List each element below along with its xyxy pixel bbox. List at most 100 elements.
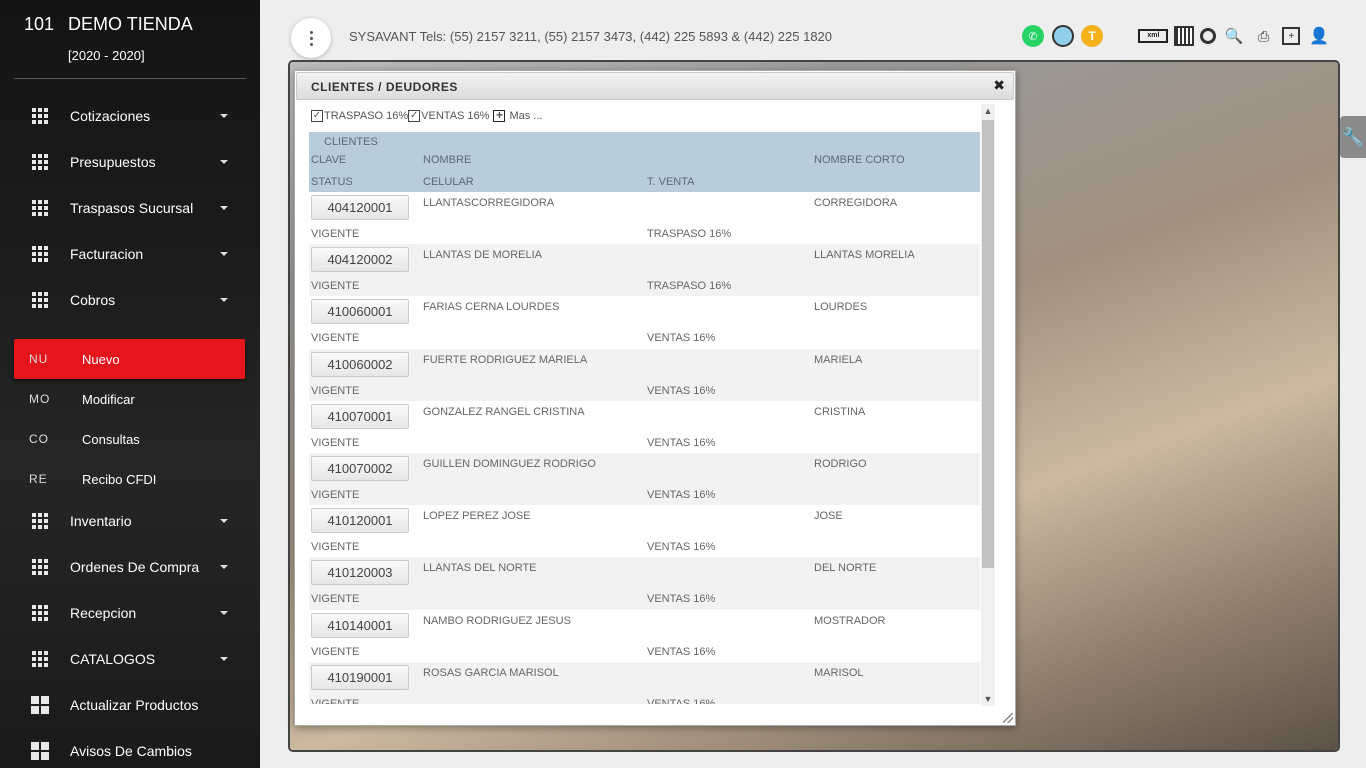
sidebar-subitem-consultas[interactable]: CO Consultas <box>14 419 245 459</box>
clave-button[interactable]: 410070002 <box>311 455 409 481</box>
sidebar-item-recepcion[interactable]: Recepcion <box>0 593 260 633</box>
clave-button[interactable]: 410060002 <box>311 351 409 377</box>
grid-icon <box>32 605 48 621</box>
target-icon[interactable] <box>1199 28 1216 44</box>
cell-t-venta: VENTAS 16% <box>647 488 716 501</box>
subitem-abbr: RE <box>29 472 48 486</box>
sidebar-item-label: Actualizar Productos <box>70 697 199 713</box>
clave-button[interactable]: 404120002 <box>311 247 409 273</box>
caret-down-icon <box>220 565 228 569</box>
checkbox-ventas[interactable]: ✓ <box>408 110 421 122</box>
cell-nombre: LOPEZ PEREZ JOSE <box>423 510 531 523</box>
clave-button[interactable]: 410060001 <box>311 299 409 325</box>
table-row[interactable]: 410120003 LLANTAS DEL NORTE DEL NORTE VIGEN… <box>309 557 980 610</box>
printer-icon[interactable]: ⎙ <box>1253 25 1275 47</box>
sidebar-item-actualizar-productos[interactable]: Actualizar Productos <box>0 685 260 725</box>
sidebar-item-ordenes-de-compra[interactable]: Ordenes De Compra <box>0 547 260 587</box>
sidebar-subitem-nuevo[interactable]: NU Nuevo <box>14 339 245 379</box>
user-icon[interactable]: 👤 <box>1308 25 1330 47</box>
table-row[interactable]: 410190001 ROSAS GARCIA MARISOL MARISOL VIGE… <box>309 661 980 704</box>
caret-down-icon <box>220 114 228 118</box>
whatsapp-icon[interactable]: ✆ <box>1022 25 1044 47</box>
cell-nombre-corto: RODRIGO <box>814 457 867 470</box>
dialog-titlebar[interactable]: CLIENTES / DEUDORES ✖ <box>296 72 1014 100</box>
subitem-label: Nuevo <box>82 351 120 367</box>
close-icon[interactable]: ✖ <box>993 77 1005 94</box>
sidebar-subitem-modificar[interactable]: MO Modificar <box>14 379 245 419</box>
cell-t-venta: VENTAS 16% <box>647 645 716 658</box>
header-group: CLIENTES <box>324 136 378 148</box>
more-menu-button[interactable] <box>291 18 331 58</box>
cell-nombre-corto: CORREGIDORA <box>814 197 898 209</box>
header-clave[interactable]: CLAVE <box>311 154 346 166</box>
caret-down-icon <box>220 298 228 302</box>
clave-button[interactable]: 410120003 <box>311 560 409 586</box>
support-icon[interactable] <box>1051 25 1074 47</box>
cell-nombre: FARIAS CERNA LOURDES <box>423 301 560 314</box>
fiscal-years: [2020 - 2020] <box>68 48 145 63</box>
filter-bar: ✓ TRASPASO 16% ✓ VENTAS 16% + Mas ... <box>311 107 542 125</box>
qr-icon[interactable] <box>1173 26 1194 46</box>
checkbox-traspaso[interactable]: ✓ <box>311 110 323 122</box>
subitem-label: Consultas <box>82 431 140 447</box>
header-t-venta[interactable]: T. VENTA <box>647 176 694 188</box>
cell-status: VIGENTE <box>311 488 360 501</box>
dashboard-icon[interactable] <box>1111 26 1131 46</box>
table-row[interactable]: 404120002 LLANTAS DE MORELIA LLANTAS MOREL… <box>309 244 980 297</box>
sidebar-item-cobros[interactable]: Cobros <box>0 280 260 320</box>
cell-nombre-corto: LOURDES <box>814 301 868 314</box>
plus-icon[interactable]: + <box>493 109 506 122</box>
dashboard-icon <box>31 742 49 760</box>
more-filters-link[interactable]: Mas ... <box>509 110 542 122</box>
sidebar-item-label: Ordenes De Compra <box>70 559 200 575</box>
resize-handle[interactable] <box>1003 713 1013 723</box>
table-row[interactable]: 410070002 GUILLEN DOMINGUEZ RODRIGO RODRIG… <box>309 452 980 506</box>
clave-button[interactable]: 410140001 <box>311 612 409 638</box>
subitem-label: Recibo CFDI <box>82 471 157 487</box>
xml-icon[interactable]: xml <box>1138 29 1169 43</box>
sidebar-item-inventario[interactable]: Inventario <box>0 501 260 541</box>
cell-nombre-corto: LLANTAS MORELIA <box>814 249 915 262</box>
header-status[interactable]: STATUS <box>311 176 353 188</box>
header-nombre-corto[interactable]: NOMBRE CORTO <box>814 154 905 166</box>
cell-status: VIGENTE <box>311 697 360 704</box>
t-icon[interactable]: T <box>1081 25 1104 47</box>
table-row[interactable]: 410070001 GONZALEZ RANGEL CRISTINA CRISTIN… <box>309 401 980 453</box>
cell-status: VIGENTE <box>311 384 360 397</box>
sidebar-item-label: Recepcion <box>70 605 137 621</box>
filter-label-ventas: VENTAS 16% <box>421 110 490 122</box>
document-search-icon[interactable]: 🔍 <box>1223 25 1245 47</box>
sidebar: 101 DEMO TIENDA [2020 - 2020] Cotizacione… <box>0 0 260 768</box>
scroll-down-icon[interactable]: ▼ <box>981 692 995 706</box>
table-row[interactable]: 410120001 LOPEZ PEREZ JOSE JOSE VIGENTE VENT… <box>309 505 980 557</box>
cell-status: VIGENTE <box>311 541 360 554</box>
header-nombre[interactable]: NOMBRE <box>423 154 471 166</box>
clave-button[interactable]: 410190001 <box>311 664 409 690</box>
sidebar-item-presupuestos[interactable]: Presupuestos <box>0 142 260 182</box>
table-row[interactable]: 404120001 LLANTASCORREGIDORA CORREGIDORA VI… <box>309 192 980 244</box>
sidebar-item-label: Cotizaciones <box>70 108 151 124</box>
clave-button[interactable]: 404120001 <box>311 195 409 220</box>
sidebar-item-traspasos-sucursal[interactable]: Traspasos Sucursal <box>0 188 260 228</box>
clave-button[interactable]: 410120001 <box>311 508 409 534</box>
header-celular[interactable]: CELULAR <box>423 176 474 188</box>
sidebar-item-cotizaciones[interactable]: Cotizaciones <box>0 96 260 136</box>
scroll-up-icon[interactable]: ▲ <box>981 104 995 118</box>
sidebar-item-facturacion[interactable]: Facturacion <box>0 234 260 274</box>
scrollbar[interactable]: ▲ ▼ <box>981 104 995 706</box>
cell-nombre-corto: DEL NORTE <box>814 562 877 575</box>
cell-t-venta: TRASPASO 16% <box>647 228 732 240</box>
subitem-abbr: NU <box>29 352 49 366</box>
clave-button[interactable]: 410070001 <box>311 403 409 429</box>
scrollbar-thumb[interactable] <box>982 120 994 568</box>
sidebar-item-catalogos[interactable]: CATALOGOS <box>0 639 260 679</box>
wrench-icon[interactable]: 🔧 <box>1340 116 1366 158</box>
sidebar-subitem-recibo-cfdi[interactable]: RE Recibo CFDI <box>14 459 245 499</box>
new-window-icon[interactable]: + <box>1282 27 1301 45</box>
sidebar-item-avisos-de-cambios[interactable]: Avisos De Cambios <box>0 731 260 768</box>
table-row[interactable]: 410140001 NAMBO RODRIGUEZ JESUS MOSTRADOR V… <box>309 610 980 662</box>
table-row[interactable]: 410060002 FUERTE RODRIGUEZ MARIELA MARIELA… <box>309 348 980 401</box>
cell-status: VIGENTE <box>311 436 360 449</box>
grid-icon <box>32 200 48 216</box>
table-row[interactable]: 410060001 FARIAS CERNA LOURDES LOURDES VIGE… <box>309 296 980 348</box>
